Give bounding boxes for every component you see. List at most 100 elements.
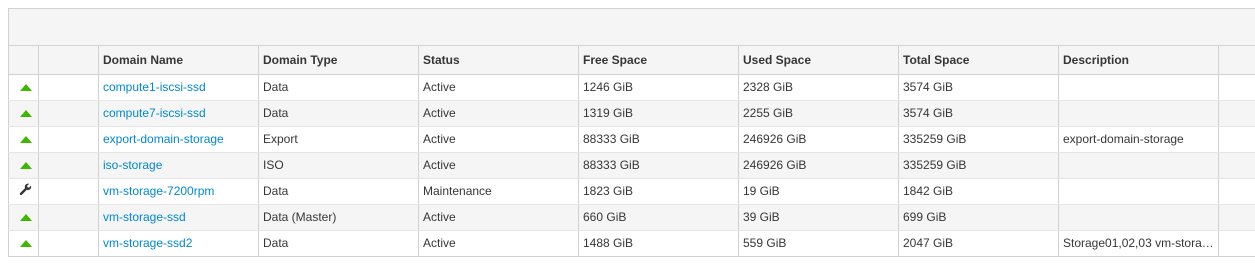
domain-name-link[interactable]: export-domain-storage xyxy=(103,132,224,146)
column-header-used-space[interactable]: Used Space xyxy=(738,46,899,75)
description-cell: Storage01,02,03 vm-storage-ssd2 xyxy=(1058,230,1219,257)
status-icon-cell xyxy=(8,178,39,205)
status-cell: Active xyxy=(418,152,579,179)
description-cell xyxy=(1058,74,1219,101)
table-row[interactable]: export-domain-storage Export Active 88333 G… xyxy=(8,126,1255,153)
domain-name-link[interactable]: compute7-iscsi-ssd xyxy=(103,106,206,120)
domain-name-link[interactable]: vm-storage-7200rpm xyxy=(103,184,214,198)
extra-cell xyxy=(1218,100,1255,127)
domain-type-cell: Data (Master) xyxy=(258,204,419,231)
used-space-cell: 2328 GiB xyxy=(738,74,899,101)
status-icon-cell xyxy=(8,100,39,127)
status-cell: Maintenance xyxy=(418,178,579,205)
extra-cell xyxy=(1218,204,1255,231)
extra-cell xyxy=(1218,230,1255,257)
domain-type-cell: ISO xyxy=(258,152,419,179)
arrow-up-icon xyxy=(19,84,32,92)
extra-cell xyxy=(1218,126,1255,153)
status-cell: Active xyxy=(418,100,579,127)
column-header-extra xyxy=(1218,46,1255,75)
status-cell: Active xyxy=(418,74,579,101)
arrow-up-icon xyxy=(19,162,32,170)
status-icon-cell xyxy=(8,152,39,179)
spacer-cell xyxy=(38,178,99,205)
status-icon-cell xyxy=(8,204,39,231)
free-space-cell: 1319 GiB xyxy=(578,100,739,127)
status-cell: Active xyxy=(418,204,579,231)
storage-domains-table: Domain Name Domain Type Status Free Spac… xyxy=(8,46,1255,257)
table-row[interactable]: vm-storage-ssd Data (Master) Active 660 GiB… xyxy=(8,204,1255,231)
column-header-total-space[interactable]: Total Space xyxy=(898,46,1059,75)
table-row[interactable]: vm-storage-7200rpm Data Maintenance 1823 Gi… xyxy=(8,178,1255,205)
domain-name-cell: compute7-iscsi-ssd xyxy=(98,100,259,127)
column-header-status[interactable]: Status xyxy=(418,46,579,75)
table-header-row: Domain Name Domain Type Status Free Spac… xyxy=(8,46,1255,75)
total-space-cell: 3574 GiB xyxy=(898,100,1059,127)
arrow-up-icon xyxy=(19,214,32,222)
domain-name-link[interactable]: compute1-iscsi-ssd xyxy=(103,80,206,94)
table-row[interactable]: vm-storage-ssd2 Data Active 1488 GiB 559 GiB… xyxy=(8,230,1255,257)
status-icon-cell xyxy=(8,74,39,101)
domain-name-link[interactable]: vm-storage-ssd2 xyxy=(103,236,192,250)
used-space-cell: 559 GiB xyxy=(738,230,899,257)
extra-cell xyxy=(1218,74,1255,101)
total-space-cell: 1842 GiB xyxy=(898,178,1059,205)
wrench-icon xyxy=(19,183,32,199)
status-cell: Active xyxy=(418,126,579,153)
domain-type-cell: Data xyxy=(258,100,419,127)
column-header-free-space[interactable]: Free Space xyxy=(578,46,739,75)
total-space-cell: 335259 GiB xyxy=(898,152,1059,179)
used-space-cell: 246926 GiB xyxy=(738,126,899,153)
table-row[interactable]: compute1-iscsi-ssd Data Active 1246 GiB 2328… xyxy=(8,74,1255,101)
domain-name-link[interactable]: iso-storage xyxy=(103,158,162,172)
table-row[interactable]: iso-storage ISO Active 88333 GiB 246926 GiB 3… xyxy=(8,152,1255,179)
free-space-cell: 1823 GiB xyxy=(578,178,739,205)
total-space-cell: 335259 GiB xyxy=(898,126,1059,153)
status-cell: Active xyxy=(418,230,579,257)
column-header-domain-type[interactable]: Domain Type xyxy=(258,46,419,75)
description-cell xyxy=(1058,152,1219,179)
domain-name-cell: iso-storage xyxy=(98,152,259,179)
description-cell xyxy=(1058,204,1219,231)
spacer-cell xyxy=(38,204,99,231)
extra-cell xyxy=(1218,178,1255,205)
spacer-cell xyxy=(38,126,99,153)
spacer-cell xyxy=(38,152,99,179)
arrow-up-icon xyxy=(19,110,32,118)
column-header-status-icon[interactable] xyxy=(8,46,39,75)
domain-type-cell: Data xyxy=(258,230,419,257)
column-header-spacer[interactable] xyxy=(38,46,99,75)
free-space-cell: 88333 GiB xyxy=(578,126,739,153)
column-header-domain-name[interactable]: Domain Name xyxy=(98,46,259,75)
used-space-cell: 2255 GiB xyxy=(738,100,899,127)
column-header-description[interactable]: Description xyxy=(1058,46,1219,75)
domain-type-cell: Data xyxy=(258,74,419,101)
status-icon-cell xyxy=(8,126,39,153)
spacer-cell xyxy=(38,74,99,101)
used-space-cell: 246926 GiB xyxy=(738,152,899,179)
description-cell: export-domain-storage xyxy=(1058,126,1219,153)
used-space-cell: 19 GiB xyxy=(738,178,899,205)
domain-name-cell: compute1-iscsi-ssd xyxy=(98,74,259,101)
extra-cell xyxy=(1218,152,1255,179)
description-cell xyxy=(1058,100,1219,127)
domain-name-cell: export-domain-storage xyxy=(98,126,259,153)
domain-name-cell: vm-storage-ssd2 xyxy=(98,230,259,257)
toolbar xyxy=(8,8,1255,46)
used-space-cell: 39 GiB xyxy=(738,204,899,231)
table-row[interactable]: compute7-iscsi-ssd Data Active 1319 GiB 2255… xyxy=(8,100,1255,127)
free-space-cell: 1488 GiB xyxy=(578,230,739,257)
arrow-up-icon xyxy=(19,136,32,144)
spacer-cell xyxy=(38,230,99,257)
domain-name-cell: vm-storage-ssd xyxy=(98,204,259,231)
total-space-cell: 3574 GiB xyxy=(898,74,1059,101)
total-space-cell: 2047 GiB xyxy=(898,230,1059,257)
spacer-cell xyxy=(38,100,99,127)
domain-name-link[interactable]: vm-storage-ssd xyxy=(103,210,186,224)
domain-type-cell: Data xyxy=(258,178,419,205)
free-space-cell: 1246 GiB xyxy=(578,74,739,101)
arrow-up-icon xyxy=(19,240,32,248)
free-space-cell: 88333 GiB xyxy=(578,152,739,179)
total-space-cell: 699 GiB xyxy=(898,204,1059,231)
domain-name-cell: vm-storage-7200rpm xyxy=(98,178,259,205)
